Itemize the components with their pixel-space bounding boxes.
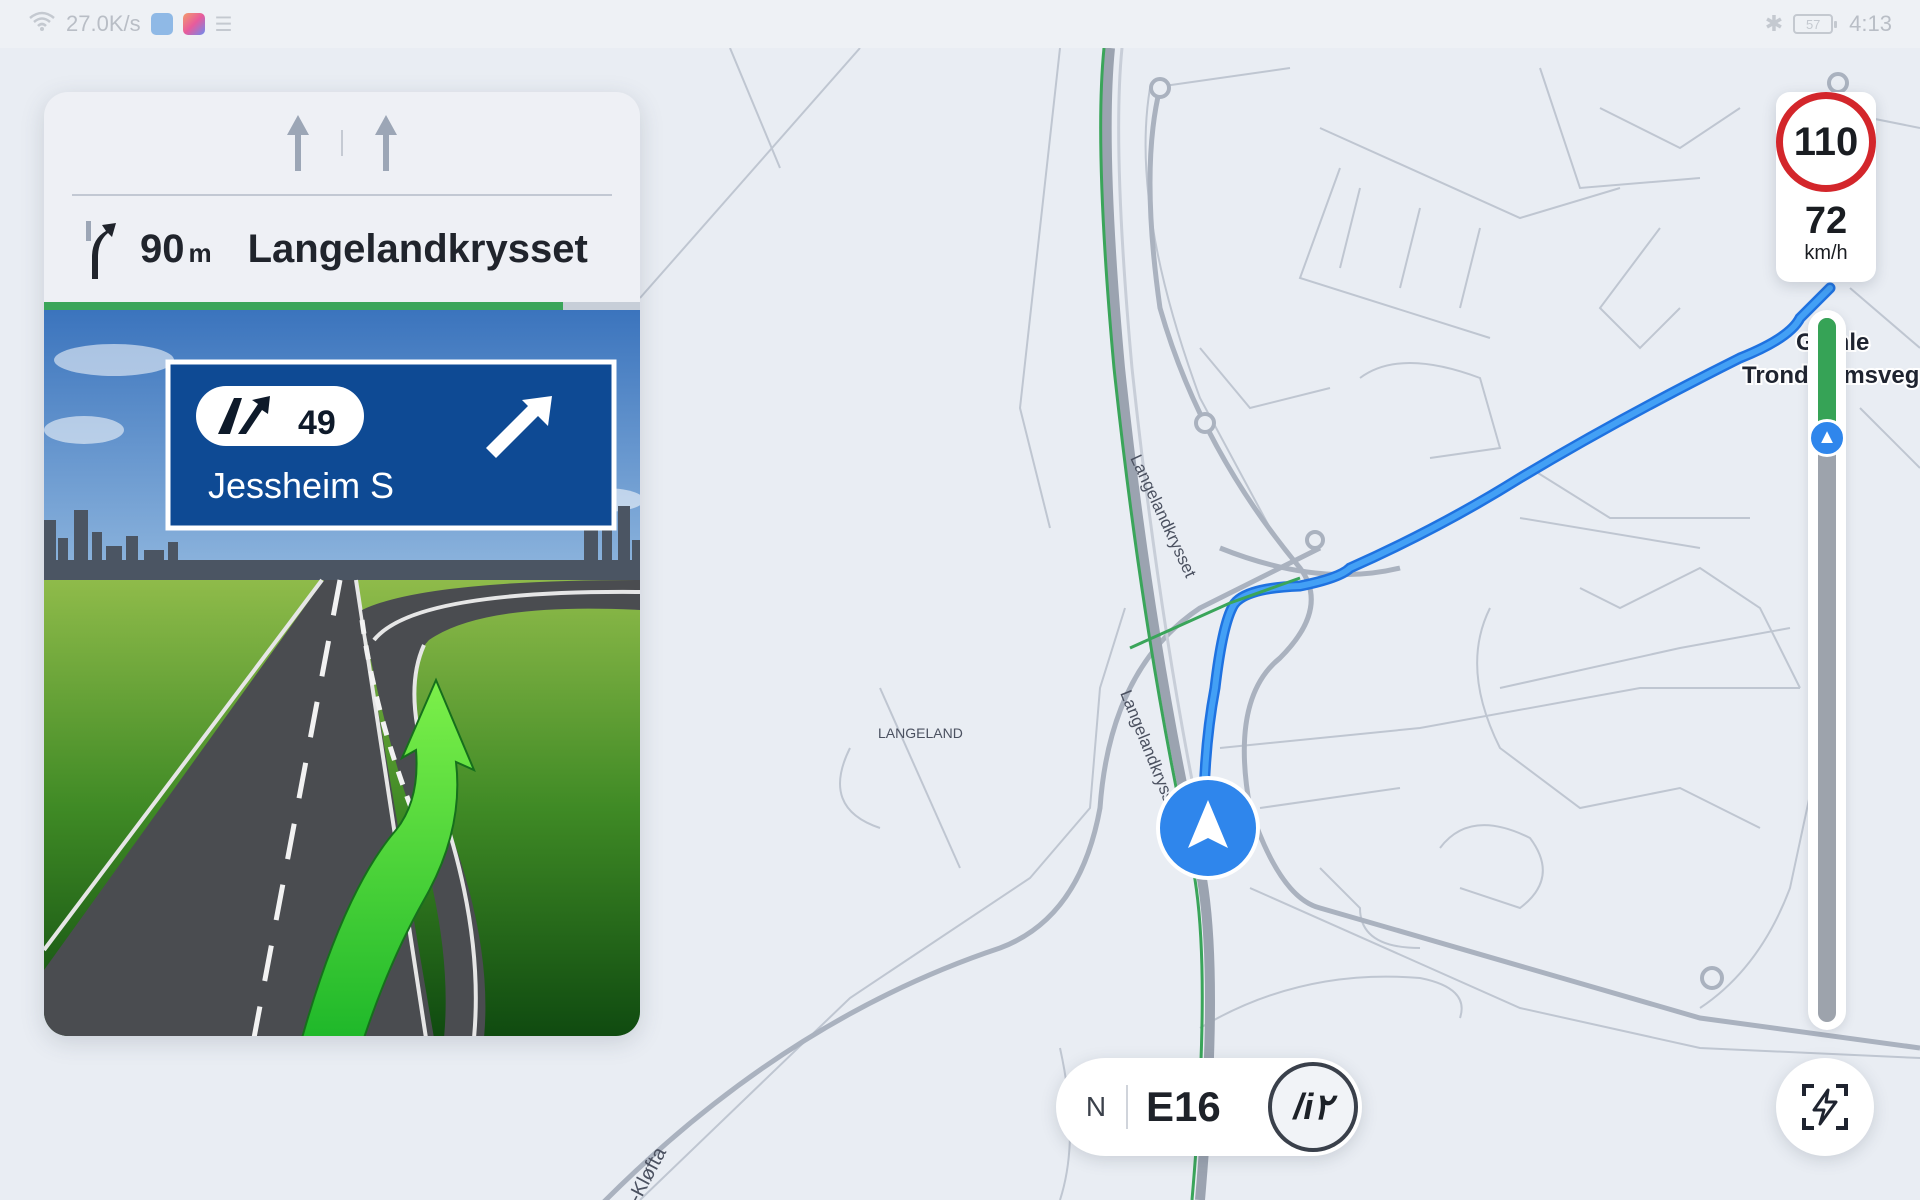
maneuver-row: 90 m Langelandkrysset xyxy=(44,196,640,302)
maneuver-distance-unit: m xyxy=(188,237,212,268)
exit-number: 49 xyxy=(298,404,336,442)
notification-icon: ☰ xyxy=(214,13,233,36)
lane-divider xyxy=(341,130,343,156)
telegram-app-icon xyxy=(150,13,173,35)
battery-icon: 57 xyxy=(1793,14,1838,34)
charging-station-button[interactable] xyxy=(1776,1058,1874,1156)
place-label: LANGELAND xyxy=(878,725,963,741)
bluetooth-icon: ✱ xyxy=(1764,11,1784,36)
charging-bolt-icon xyxy=(1802,1084,1848,1130)
sign-destination: Jessheim S xyxy=(208,465,394,506)
current-road-pill[interactable]: N E16 /i۲ xyxy=(1056,1058,1362,1156)
speed-unit: km/h xyxy=(1804,242,1848,264)
status-bar: 27.0K/s ☰ ✱ 57 4:13 xyxy=(0,0,1920,48)
current-road-name: E16 xyxy=(1146,1083,1221,1130)
maneuver-progress-fill xyxy=(44,302,563,310)
multi-app-icon xyxy=(182,13,205,35)
pill-divider xyxy=(1126,1085,1128,1129)
current-position-marker xyxy=(1156,776,1260,880)
minor-streets xyxy=(639,48,1920,1200)
lane-straight-icon xyxy=(375,115,397,171)
major-roads xyxy=(602,87,1920,1200)
slight-right-turn-icon xyxy=(86,221,116,279)
maneuver-distance: 90 xyxy=(140,226,185,271)
battery-level: 57 xyxy=(1805,16,1821,32)
route-position-icon: ▲ xyxy=(1808,418,1846,457)
route-progress-bar: ▲ xyxy=(1808,310,1846,1030)
wifi-icon xyxy=(28,10,56,38)
clock: 4:13 xyxy=(1849,11,1892,36)
maneuver-street: Langelandkrysset xyxy=(247,226,588,271)
network-speed: 27.0K/s xyxy=(66,11,141,36)
lane-straight-icon xyxy=(287,115,309,171)
junction-illustration: 49 Jessheim S xyxy=(44,310,640,1036)
voice-assistant-button[interactable]: /i۲ xyxy=(1268,1062,1358,1152)
voice-assistant-label: /i۲ xyxy=(1293,1086,1333,1127)
compass-indicator[interactable]: N xyxy=(1078,1091,1114,1123)
speed-widget: 110 72 km/h xyxy=(1776,92,1876,282)
junction-view: 49 Jessheim S xyxy=(44,310,640,1036)
maneuver-progress-bar xyxy=(44,302,640,310)
lane-guidance xyxy=(44,92,640,194)
guidance-panel: 90 m Langelandkrysset 49 Jessheim S xyxy=(44,92,640,1036)
current-speed: 72 xyxy=(1804,200,1848,242)
speed-limit-sign: 110 xyxy=(1776,92,1876,192)
